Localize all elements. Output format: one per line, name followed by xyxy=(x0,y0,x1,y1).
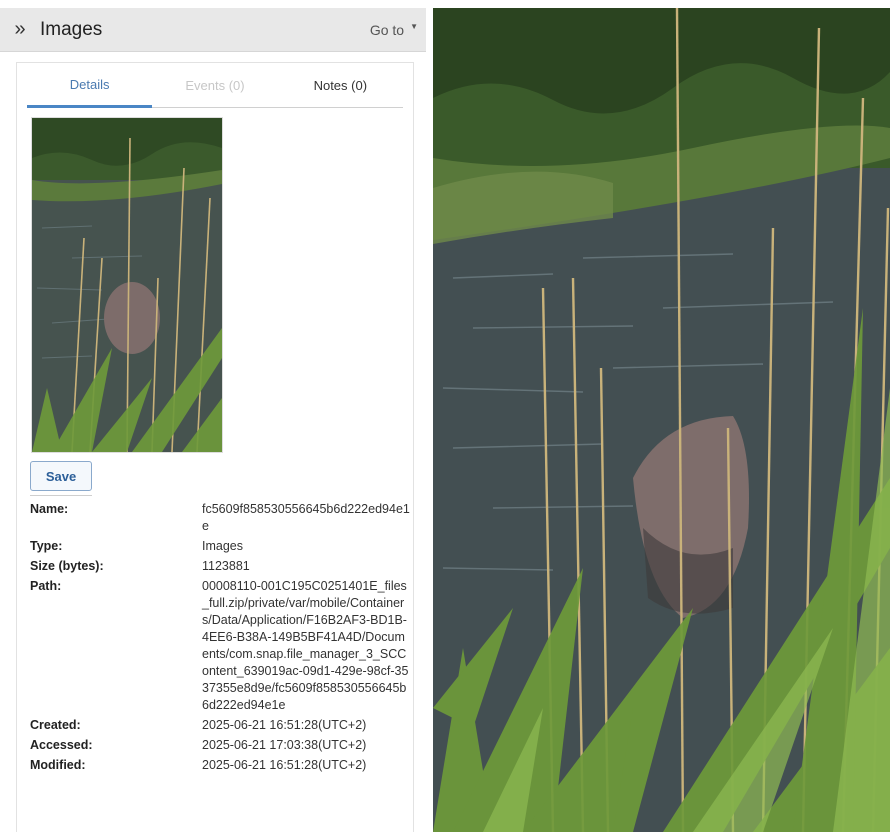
property-label: Modified: xyxy=(30,758,86,772)
property-row-name: Name: fc5609f858530556645b6d222ed94e1e xyxy=(30,501,410,535)
property-row-path: Path: 00008110-001C195C0251401E_files_fu… xyxy=(30,578,410,714)
property-label: Created: xyxy=(30,718,81,732)
properties-list: Name: fc5609f858530556645b6d222ed94e1e T… xyxy=(30,501,410,777)
details-body: Details Events (0) Notes (0) Save Name: … xyxy=(16,62,414,832)
property-value-size: 1123881 xyxy=(202,559,250,573)
property-value-accessed: 2025-06-21 17:03:38(UTC+2) xyxy=(202,738,367,752)
property-label: Type: xyxy=(30,539,63,553)
divider xyxy=(30,495,92,496)
panel-title: Images xyxy=(40,18,103,40)
expand-icon[interactable]: » xyxy=(0,8,40,52)
save-button[interactable]: Save xyxy=(30,461,92,491)
details-panel: » Images Go to ▼ Details Events (0) Note… xyxy=(0,0,426,832)
property-row-modified: Modified: 2025-06-21 16:51:28(UTC+2) xyxy=(30,757,410,774)
property-label: Name: xyxy=(30,502,69,516)
tab-events: Events (0) xyxy=(185,77,245,93)
tab-details[interactable]: Details xyxy=(27,63,153,108)
image-preview xyxy=(433,8,890,832)
property-row-type: Type: Images xyxy=(30,538,410,555)
property-value-modified: 2025-06-21 16:51:28(UTC+2) xyxy=(202,758,367,772)
property-row-created: Created: 2025-06-21 16:51:28(UTC+2) xyxy=(30,717,410,734)
property-value-path: 00008110-001C195C0251401E_files_full.zip… xyxy=(202,579,409,712)
property-row-size: Size (bytes): 1123881 xyxy=(30,558,410,575)
panel-header: » Images Go to ▼ xyxy=(0,8,426,52)
property-value-name: fc5609f858530556645b6d222ed94e1e xyxy=(202,502,410,533)
image-thumbnail[interactable] xyxy=(31,117,223,453)
tab-bar: Details Events (0) Notes (0) xyxy=(27,63,403,108)
property-label: Accessed: xyxy=(30,738,93,752)
caret-down-icon: ▼ xyxy=(410,22,418,31)
goto-label: Go to xyxy=(369,21,405,38)
goto-dropdown[interactable]: Go to ▼ xyxy=(370,22,426,38)
property-value-type: Images xyxy=(202,539,243,553)
property-value-created: 2025-06-21 16:51:28(UTC+2) xyxy=(202,718,367,732)
property-label: Size (bytes): xyxy=(30,559,104,573)
property-label: Path: xyxy=(30,579,62,593)
tab-notes[interactable]: Notes (0) xyxy=(278,63,403,107)
property-row-accessed: Accessed: 2025-06-21 17:03:38(UTC+2) xyxy=(30,737,410,754)
